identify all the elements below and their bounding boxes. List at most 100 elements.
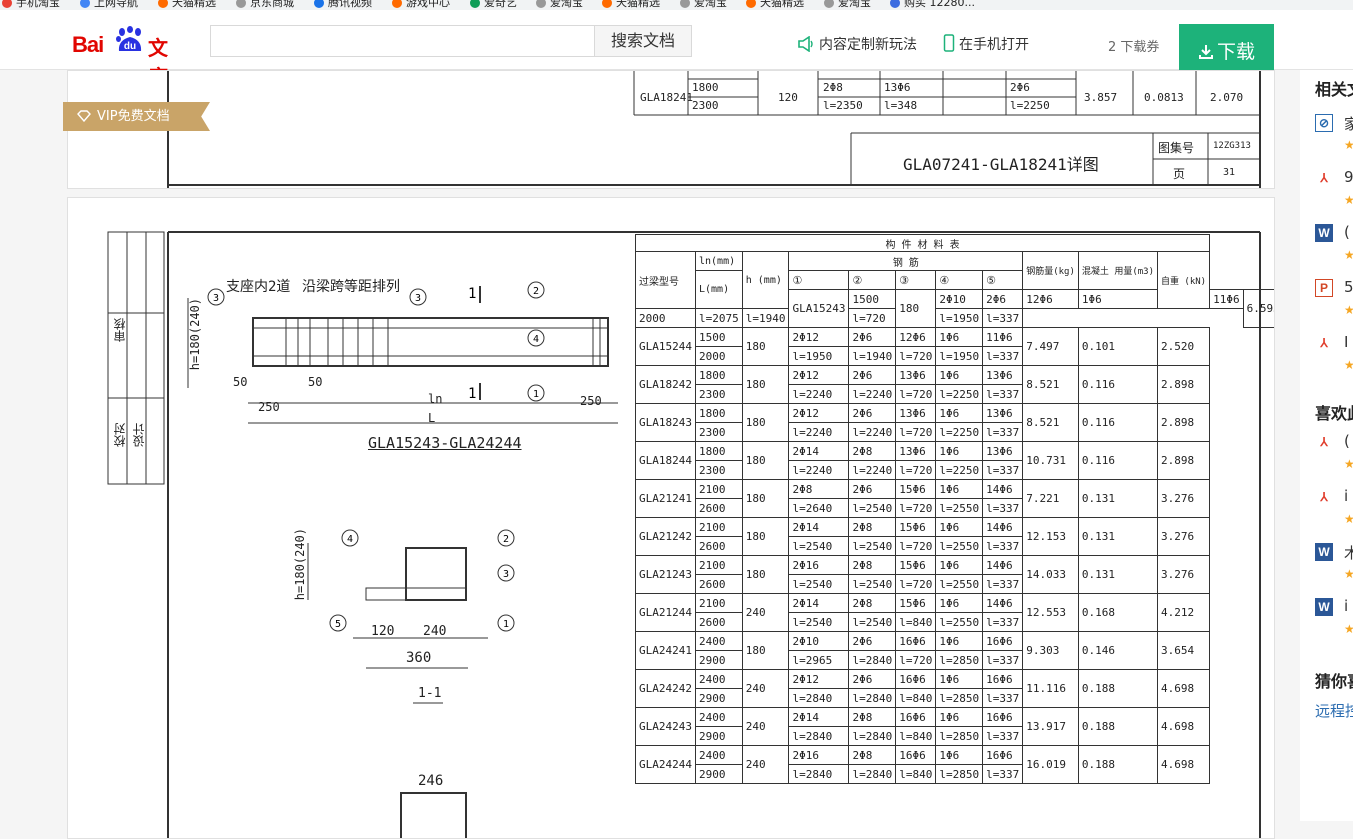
svg-text:3: 3 [503,569,509,580]
page-label: 页 [1173,167,1186,181]
bookmark-item[interactable]: 爱奇艺 [470,0,517,10]
bookmark-item[interactable]: 上网导航 [80,0,138,10]
row-r2: 2Φ8 [848,555,897,575]
row-r2: 2Φ6 [848,669,897,689]
bookmark-item[interactable]: 购买 12280... [890,0,975,10]
row-r4-length: l=2550 [935,574,984,594]
header-rebar: 钢 筋 [788,251,1024,271]
phone-icon [943,34,955,52]
row-r4-length: l=2850 [935,688,984,708]
row-r3: 16Φ6 [895,631,937,651]
material-table: 构 件 材 料 表 过梁型号 ln(mm) h (mm) 钢 筋 钢筋量(kg)… [634,234,1275,784]
bookmark-label: 天猫精选 [172,0,216,9]
row-ln: 2400 [694,707,743,727]
row-r4: 1Φ6 [935,365,984,385]
header-L: L(mm) [694,270,743,309]
row-r5-length: l=337 [982,460,1024,480]
bookmark-label: 上网导航 [94,0,138,9]
guess-link[interactable]: 远程控 [1315,700,1353,721]
bookmark-favicon-icon [536,0,546,8]
bookmark-item[interactable]: 腾讯视频 [314,0,372,10]
bookmark-item[interactable]: 天猫精选 [602,0,660,10]
page1-title-block: GLA07241-GLA18241详图 [903,155,1099,174]
row-r5: 13Φ6 [982,365,1024,385]
guess-title: 猜你喜 [1315,672,1353,691]
row-r2: 2Φ6 [848,631,897,651]
row-r2-length: l=2240 [848,384,897,404]
svg-text:2: 2 [503,534,509,545]
row-r3-length: l=720 [895,536,937,556]
row-ln: 1800 [694,365,743,385]
search-input[interactable] [210,25,594,57]
header-ln: ln(mm) [694,251,743,271]
sidebar-doc-title[interactable]: 5 [1344,278,1353,296]
custom-content-link[interactable]: 内容定制新玩法 [797,34,917,54]
dim-240: 240 [423,624,447,639]
sidebar-doc-title[interactable]: 木 [1344,542,1353,563]
you-may-like-title: 喜欢此 [1315,404,1353,423]
row-r3-length: l=840 [895,764,937,784]
bookmark-item[interactable]: 手机淘宝 [2,0,60,10]
table-row-sub: 2000 l=2075 l=1940 l=720 l=1950 l=337 [635,308,1275,328]
row-r2: 2Φ6 [848,479,897,499]
row-code: GLA21244 [635,593,696,632]
row-r1: 2Φ16 [788,555,850,575]
sidebar-doc-title[interactable]: 9 [1344,168,1353,186]
sidebar-doc-title[interactable]: i [1344,487,1348,505]
row-code: GLA24243 [635,707,696,746]
row-r1: 2Φ14 [788,593,850,613]
row-r4: 1Φ6 [935,327,984,347]
row-r1-length: l=2965 [788,650,850,670]
row-r4-length: l=2250 [935,384,984,404]
bookmark-item[interactable]: 京东商城 [236,0,294,10]
open-on-phone-link[interactable]: 在手机打开 [943,34,1029,54]
sidebar-doc-title[interactable]: i [1344,597,1348,615]
bookmark-item[interactable]: 游戏中心 [392,0,450,10]
bookmark-item[interactable]: 爱淘宝 [680,0,727,10]
row-r5: 16Φ6 [982,631,1024,651]
row-r5-length: l=337 [982,308,1024,328]
row-concrete: 0.188 [1077,669,1159,708]
bookmark-item[interactable]: 爱淘宝 [536,0,583,10]
sidebar-doc-title[interactable]: I [1344,333,1348,351]
row-self: 4.212 [1156,593,1211,632]
row-r3: 15Φ6 [895,479,937,499]
note-spacing: 沿梁跨等距排列 [302,279,400,295]
bookmark-label: 手机淘宝 [16,0,60,9]
vip-free-label: VIP免费文档 [97,109,170,124]
row-r5: 13Φ6 [982,403,1024,423]
row-weight: 8.521 [1022,403,1079,442]
bookmark-item[interactable]: 天猫精选 [158,0,216,10]
sidebar-doc-title[interactable]: ( [1344,432,1350,450]
row-L: 2900 [694,726,743,746]
row-r1-length: l=2840 [788,726,850,746]
row-code: GLA21241 [635,479,696,518]
bookmark-item[interactable]: 天猫精选 [746,0,804,10]
star-icon: ★ [1344,193,1353,207]
row-concrete: 0.116 [1077,403,1159,442]
page-number: 31 [1223,167,1236,178]
star-icon: ★ [1344,138,1353,152]
row-r3: 13Φ6 [895,365,937,385]
sidebar-doc-title[interactable]: ( [1344,223,1350,241]
row-r4: 1Φ6 [935,593,984,613]
dim-ln: ln [428,392,443,406]
row-concrete: 0.168 [1077,593,1159,632]
bookmark-label: 爱淘宝 [550,0,583,9]
row-r1: 2Φ12 [788,669,850,689]
bookmark-label: 天猫精选 [760,0,804,9]
row-h: 180 [895,289,937,328]
sidebar-doc-title[interactable]: 家 [1344,113,1353,134]
search-button[interactable]: 搜索文档 [594,25,692,57]
row-self: 2.898 [1156,403,1211,442]
svg-text:1: 1 [503,619,509,630]
page1-self: 2.070 [1210,91,1244,104]
bookmark-item[interactable]: 爱淘宝 [824,0,871,10]
star-icon: ★ [1344,457,1353,471]
page1-L: 2300 [692,99,719,112]
row-L: 2900 [694,650,743,670]
row-r3-length: l=840 [895,726,937,746]
row-r5: 11Φ6 [982,327,1024,347]
row-r5-length: l=337 [982,384,1024,404]
row-weight: 11.116 [1022,669,1079,708]
